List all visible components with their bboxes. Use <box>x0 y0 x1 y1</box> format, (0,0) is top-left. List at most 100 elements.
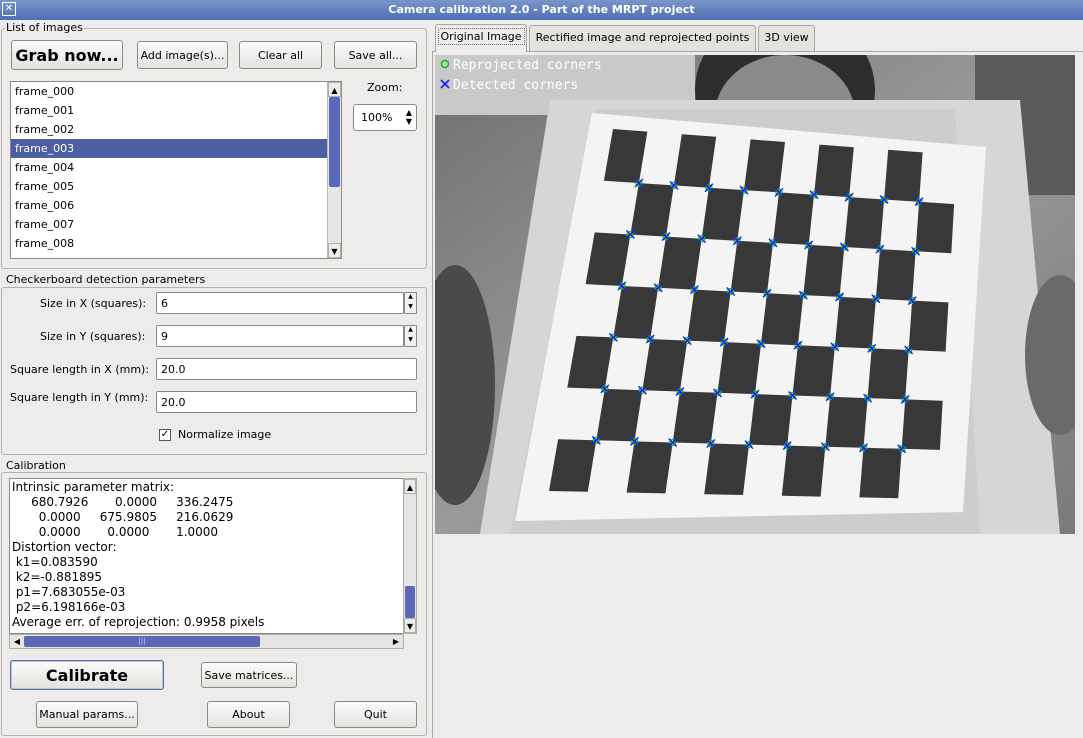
checker-square <box>781 445 826 497</box>
frames-list-scroll-thumb[interactable] <box>329 97 340 187</box>
window-titlebar[interactable]: ✕ Camera calibration 2.0 - Part of the M… <box>0 0 1083 20</box>
len-y-label: Square length in Y (mm): <box>10 391 149 404</box>
checker-square <box>915 201 955 254</box>
zoom-label: Zoom: <box>367 81 403 94</box>
checker-square <box>761 293 804 346</box>
tab-3d-view-label: 3D view <box>764 31 809 44</box>
size-y-value: 9 <box>161 329 168 343</box>
frames-list[interactable]: frame_000 frame_001 frame_002 frame_003 fram… <box>10 81 342 259</box>
calibration-image[interactable]: Reprojected corners Detected corners <box>435 55 1075 534</box>
checker-square <box>803 244 845 297</box>
scroll-up-icon[interactable]: ▲ <box>328 82 341 97</box>
results-hscroll-thumb[interactable]: ||| <box>24 636 260 647</box>
checker-square <box>875 249 916 301</box>
calibration-text-line: k1=0.083590 <box>12 555 98 569</box>
size-y-input[interactable]: 9 <box>156 325 404 347</box>
checker-square <box>626 441 673 494</box>
list-item[interactable]: frame_009 <box>11 253 341 258</box>
list-item[interactable]: frame_003 <box>11 139 341 158</box>
checker-square <box>792 345 835 397</box>
window-title: Camera calibration 2.0 - Part of the MRP… <box>388 3 695 16</box>
calibration-text-line: 0.0000 675.9805 216.0629 <box>12 510 234 524</box>
calibration-text-line: Distortion vector: <box>12 540 117 554</box>
size-x-label: Size in X (squares): <box>40 297 147 310</box>
checker-square <box>908 300 949 352</box>
clear-all-button[interactable]: Clear all <box>239 41 322 69</box>
checker-square <box>687 289 731 343</box>
calibrate-button[interactable]: Calibrate <box>10 660 164 690</box>
checker-square <box>884 149 923 202</box>
checker-square <box>867 348 909 400</box>
about-button[interactable]: About <box>207 701 290 728</box>
checker-square <box>730 240 773 294</box>
calibration-text-line: p2=6.198166e-03 <box>12 600 126 614</box>
save-matrices-button[interactable]: Save matrices... <box>201 662 297 688</box>
calibration-text-line: Intrinsic parameter matrix: <box>12 480 175 494</box>
list-item[interactable]: frame_005 <box>11 177 341 196</box>
grab-now-button[interactable]: Grab now... <box>11 40 123 70</box>
quit-button[interactable]: Quit <box>334 701 417 728</box>
tab-original-image[interactable]: Original Image <box>435 24 527 52</box>
scroll-down-icon[interactable]: ▼ <box>328 243 341 258</box>
size-y-spin[interactable]: ▲ ▼ <box>404 325 417 347</box>
camera-frame-svg: Reprojected corners Detected corners <box>435 55 1075 534</box>
manual-params-button[interactable]: Manual params... <box>36 701 138 728</box>
checker-square <box>744 139 785 193</box>
len-x-value: 20.0 <box>161 362 186 376</box>
normalize-label[interactable]: Normalize image <box>178 428 271 441</box>
normalize-checkbox[interactable]: ✓ <box>159 429 171 441</box>
checker-square <box>704 443 749 495</box>
len-y-input[interactable]: 20.0 <box>156 391 417 413</box>
checker-square <box>717 342 761 395</box>
scroll-down-icon[interactable]: ▼ <box>404 618 416 633</box>
results-hscrollbar[interactable]: ◀ ||| ▶ <box>9 634 404 649</box>
tab-3d-view[interactable]: 3D view <box>758 25 815 51</box>
len-x-input[interactable]: 20.0 <box>156 358 417 380</box>
checker-square <box>834 296 876 349</box>
scroll-right-icon[interactable]: ▶ <box>389 635 403 648</box>
zoom-select[interactable]: 100% ▲ ▼ <box>353 104 417 131</box>
size-x-input[interactable]: 6 <box>156 292 404 314</box>
list-item[interactable]: frame_008 <box>11 234 341 253</box>
size-x-value: 6 <box>161 296 168 310</box>
checker-square <box>844 197 885 250</box>
list-item[interactable]: frame_001 <box>11 101 341 120</box>
calibration-results-text[interactable]: Intrinsic parameter matrix: 680.7926 0.0… <box>9 478 404 634</box>
checker-square <box>901 399 943 450</box>
calibration-text-line: k2=-0.881895 <box>12 570 103 584</box>
calibration-text-line: p1=7.683055e-03 <box>12 585 126 599</box>
checker-square <box>859 447 902 499</box>
zoom-value: 100% <box>361 111 393 124</box>
checker-square <box>642 339 688 392</box>
frames-list-scrollbar[interactable]: ▲ ▼ <box>327 82 341 258</box>
tab-rectified-image-label: Rectified image and reprojected points <box>535 31 750 44</box>
calibration-group-title: Calibration <box>5 459 67 472</box>
save-all-button[interactable]: Save all... <box>334 41 417 69</box>
scroll-left-icon[interactable]: ◀ <box>10 635 24 648</box>
list-item[interactable]: frame_000 <box>11 82 341 101</box>
list-item[interactable]: frame_002 <box>11 120 341 139</box>
checker-square <box>773 192 814 245</box>
list-item[interactable]: frame_004 <box>11 158 341 177</box>
len-x-label: Square length in X (mm): <box>10 363 150 376</box>
scroll-up-icon[interactable]: ▲ <box>404 479 416 494</box>
results-vscrollbar[interactable]: ▲ ▼ <box>403 478 417 634</box>
legend-detected: Detected corners <box>453 78 578 93</box>
checkerboard-group-title: Checkerboard detection parameters <box>5 273 207 286</box>
results-vscroll-thumb[interactable] <box>405 586 415 618</box>
updown-icon: ▲ ▼ <box>405 108 412 126</box>
size-y-label: Size in Y (squares): <box>40 330 146 343</box>
size-x-spin[interactable]: ▲ ▼ <box>404 292 417 314</box>
len-y-value: 20.0 <box>161 395 186 409</box>
checker-square <box>825 396 868 448</box>
tab-rectified-image[interactable]: Rectified image and reprojected points <box>529 25 756 51</box>
calibration-text-line: 680.7926 0.0000 336.2475 <box>12 495 234 509</box>
legend-reprojected: Reprojected corners <box>453 58 602 73</box>
checker-square <box>701 187 744 241</box>
list-item[interactable]: frame_007 <box>11 215 341 234</box>
calibration-text-line: 0.0000 0.0000 1.0000 <box>12 525 219 539</box>
add-images-button[interactable]: Add image(s)... <box>137 41 228 69</box>
checker-square <box>672 391 718 444</box>
checker-square <box>814 144 854 198</box>
list-item[interactable]: frame_006 <box>11 196 341 215</box>
